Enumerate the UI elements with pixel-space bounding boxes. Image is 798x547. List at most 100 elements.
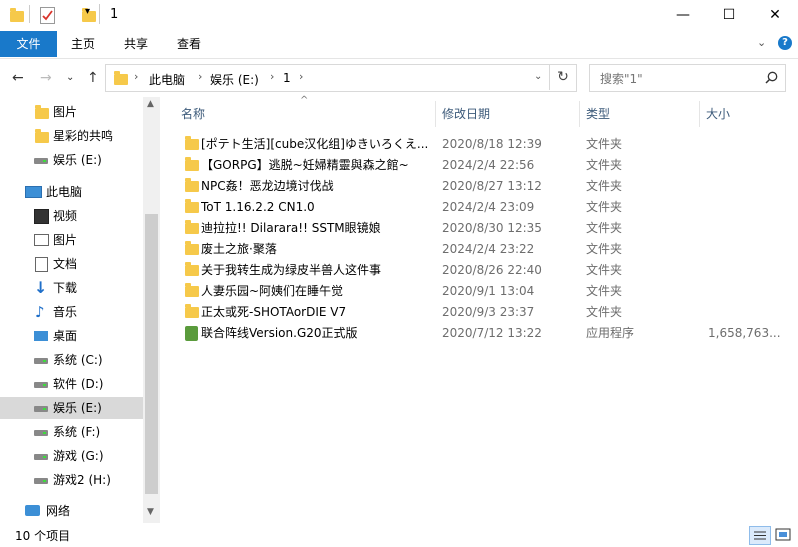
refresh-button[interactable]: ↻	[549, 64, 576, 90]
sidebar-item-desktop[interactable]: 桌面	[0, 325, 143, 347]
drive-icon	[34, 358, 48, 364]
sidebar-item-pictures[interactable]: 图片	[0, 229, 143, 251]
file-date: 2020/8/18 12:39	[442, 137, 542, 151]
chevron-right-icon[interactable]: ›	[134, 70, 138, 83]
table-row[interactable]: 正太或死-SHOTAorDIE V7 2020/9/3 23:37 文件夹	[180, 302, 780, 323]
sidebar-item-label: 系统 (F:)	[53, 425, 101, 439]
up-icon[interactable]: ↑	[87, 70, 99, 86]
folder-icon	[185, 241, 199, 255]
close-button[interactable]: ✕	[752, 0, 798, 30]
folder-icon	[185, 283, 199, 297]
sidebar-item-this-pc[interactable]: 此电脑	[0, 181, 143, 203]
sidebar-item-label: 图片	[53, 233, 78, 247]
tab-view[interactable]: 查看	[163, 31, 215, 57]
scroll-down-icon[interactable]: ▼	[147, 507, 154, 517]
scrollbar-thumb[interactable]	[145, 214, 158, 494]
search-input[interactable]	[598, 69, 762, 89]
minimize-button[interactable]: —	[660, 0, 706, 30]
tab-home[interactable]: 主页	[57, 31, 109, 57]
table-row[interactable]: 迪拉拉!! Dilarara!! SSTM眼镜娘 2020/8/30 12:35…	[180, 218, 780, 239]
search-icon[interactable]	[765, 71, 778, 84]
sidebar-item-xingcai[interactable]: 星彩的共鸣	[0, 125, 143, 147]
breadcrumb-this-pc[interactable]: 此电脑	[149, 71, 185, 88]
file-type: 文件夹	[586, 284, 623, 298]
file-name: [ポテト生活][cube汉化组]ゆきいろくえ...	[201, 137, 429, 151]
folder-icon	[114, 71, 128, 85]
drive-icon	[34, 382, 48, 388]
file-name: 关于我转生成为绿皮半兽人这件事	[201, 263, 382, 277]
sidebar-item-label: 网络	[46, 504, 71, 518]
sidebar-scrollbar[interactable]: ▲ ▼	[143, 97, 160, 523]
tab-share[interactable]: 共享	[109, 31, 163, 57]
file-name: 联合阵线Version.G20正式版	[201, 326, 358, 340]
help-icon[interactable]: ?	[778, 36, 792, 50]
status-bar: 10 个项目	[0, 523, 798, 546]
column-header-type[interactable]: 类型	[586, 105, 610, 122]
folder-icon	[185, 304, 199, 318]
sidebar-item-label: 文档	[53, 257, 78, 271]
sidebar-item-label: 视频	[53, 209, 78, 223]
sidebar-item-drive-h[interactable]: 游戏2 (H:)	[0, 469, 143, 491]
sidebar-item-network[interactable]: 网络	[0, 500, 143, 522]
column-divider[interactable]	[435, 101, 436, 127]
file-date: 2024/2/4 22:56	[442, 158, 535, 172]
sidebar-item-label: 星彩的共鸣	[53, 129, 114, 143]
address-dropdown-icon[interactable]: ⌄	[534, 71, 542, 82]
sidebar-item-label: 软件 (D:)	[53, 377, 104, 391]
sort-ascending-icon: ^	[300, 95, 309, 106]
properties-icon[interactable]	[40, 7, 55, 24]
file-name: 正太或死-SHOTAorDIE V7	[201, 305, 347, 319]
table-row[interactable]: 废土之旅·聚落 2024/2/4 23:22 文件夹	[180, 239, 780, 260]
sidebar-item-videos[interactable]: 视频	[0, 205, 143, 227]
file-type: 文件夹	[586, 221, 623, 235]
table-row[interactable]: NPC姦！恶龙边境讨伐战 2020/8/27 13:12 文件夹	[180, 176, 780, 197]
scroll-up-icon[interactable]: ▲	[147, 99, 154, 109]
sidebar-item-music[interactable]: ♪ 音乐	[0, 301, 143, 323]
column-divider[interactable]	[699, 101, 700, 127]
column-divider[interactable]	[579, 101, 580, 127]
folder-icon	[185, 262, 199, 276]
table-row[interactable]: 关于我转生成为绿皮半兽人这件事 2020/8/26 22:40 文件夹	[180, 260, 780, 281]
address-bar[interactable]: › 此电脑 › 娱乐 (E:) › 1 › ⌄	[105, 64, 577, 92]
sidebar-item-drive-e[interactable]: 娱乐 (E:)	[0, 397, 143, 419]
expand-ribbon-icon[interactable]: ⌄	[757, 36, 766, 49]
chevron-right-icon[interactable]: ›	[198, 70, 202, 83]
chevron-right-icon[interactable]: ›	[270, 70, 274, 83]
file-name: ToT 1.16.2.2 CN1.0	[201, 200, 315, 214]
sidebar-item-drive-d[interactable]: 软件 (D:)	[0, 373, 143, 395]
sidebar-item-drive-c[interactable]: 系统 (C:)	[0, 349, 143, 371]
table-row[interactable]: ToT 1.16.2.2 CN1.0 2024/2/4 23:09 文件夹	[180, 197, 780, 218]
column-header-date[interactable]: 修改日期	[442, 105, 490, 122]
item-count: 10 个项目	[15, 529, 71, 543]
chevron-right-icon[interactable]: ›	[299, 70, 303, 83]
sidebar-item-documents[interactable]: 文档	[0, 253, 143, 275]
divider	[29, 5, 30, 23]
forward-icon[interactable]: →	[40, 70, 52, 86]
file-date: 2020/8/26 22:40	[442, 263, 542, 277]
table-row[interactable]: 【GORPG】逃脱~妊婦精靈與森之館~ 2024/2/4 22:56 文件夹	[180, 155, 780, 176]
sidebar-item-drive-g[interactable]: 游戏 (G:)	[0, 445, 143, 467]
sidebar-item-drive-e-quick[interactable]: 娱乐 (E:)	[0, 149, 143, 171]
search-box[interactable]	[589, 64, 786, 92]
large-icons-view-icon[interactable]	[774, 527, 792, 542]
table-row[interactable]: 人妻乐园~阿姨们在睡午觉 2020/9/1 13:04 文件夹	[180, 281, 780, 302]
sidebar-item-drive-f[interactable]: 系统 (F:)	[0, 421, 143, 443]
breadcrumb-folder-1[interactable]: 1	[283, 71, 291, 85]
table-row[interactable]: [ポテト生活][cube汉化组]ゆきいろくえ... 2020/8/18 12:3…	[180, 134, 780, 155]
file-name: NPC姦！恶龙边境讨伐战	[201, 179, 334, 193]
maximize-button[interactable]: ☐	[706, 0, 752, 30]
file-date: 2020/9/1 13:04	[442, 284, 535, 298]
column-header-name[interactable]: 名称	[181, 105, 205, 122]
sidebar-item-label: 下载	[53, 281, 78, 295]
recent-locations-icon[interactable]: ⌄	[66, 72, 74, 83]
breadcrumb-drive-e[interactable]: 娱乐 (E:)	[210, 71, 259, 88]
sidebar-item-label: 桌面	[53, 329, 78, 343]
column-header-size[interactable]: 大小	[706, 105, 730, 122]
back-icon[interactable]: ←	[12, 70, 24, 86]
quick-access-dropdown-icon[interactable]: ▾	[85, 6, 90, 17]
details-view-icon[interactable]	[749, 526, 771, 545]
table-row[interactable]: 联合阵线Version.G20正式版 2020/7/12 13:22 应用程序 …	[180, 323, 781, 344]
sidebar-item-pictures-quick[interactable]: 图片	[0, 101, 143, 123]
tab-file[interactable]: 文件	[0, 31, 57, 57]
sidebar-item-downloads[interactable]: ↓ 下载	[0, 277, 143, 299]
